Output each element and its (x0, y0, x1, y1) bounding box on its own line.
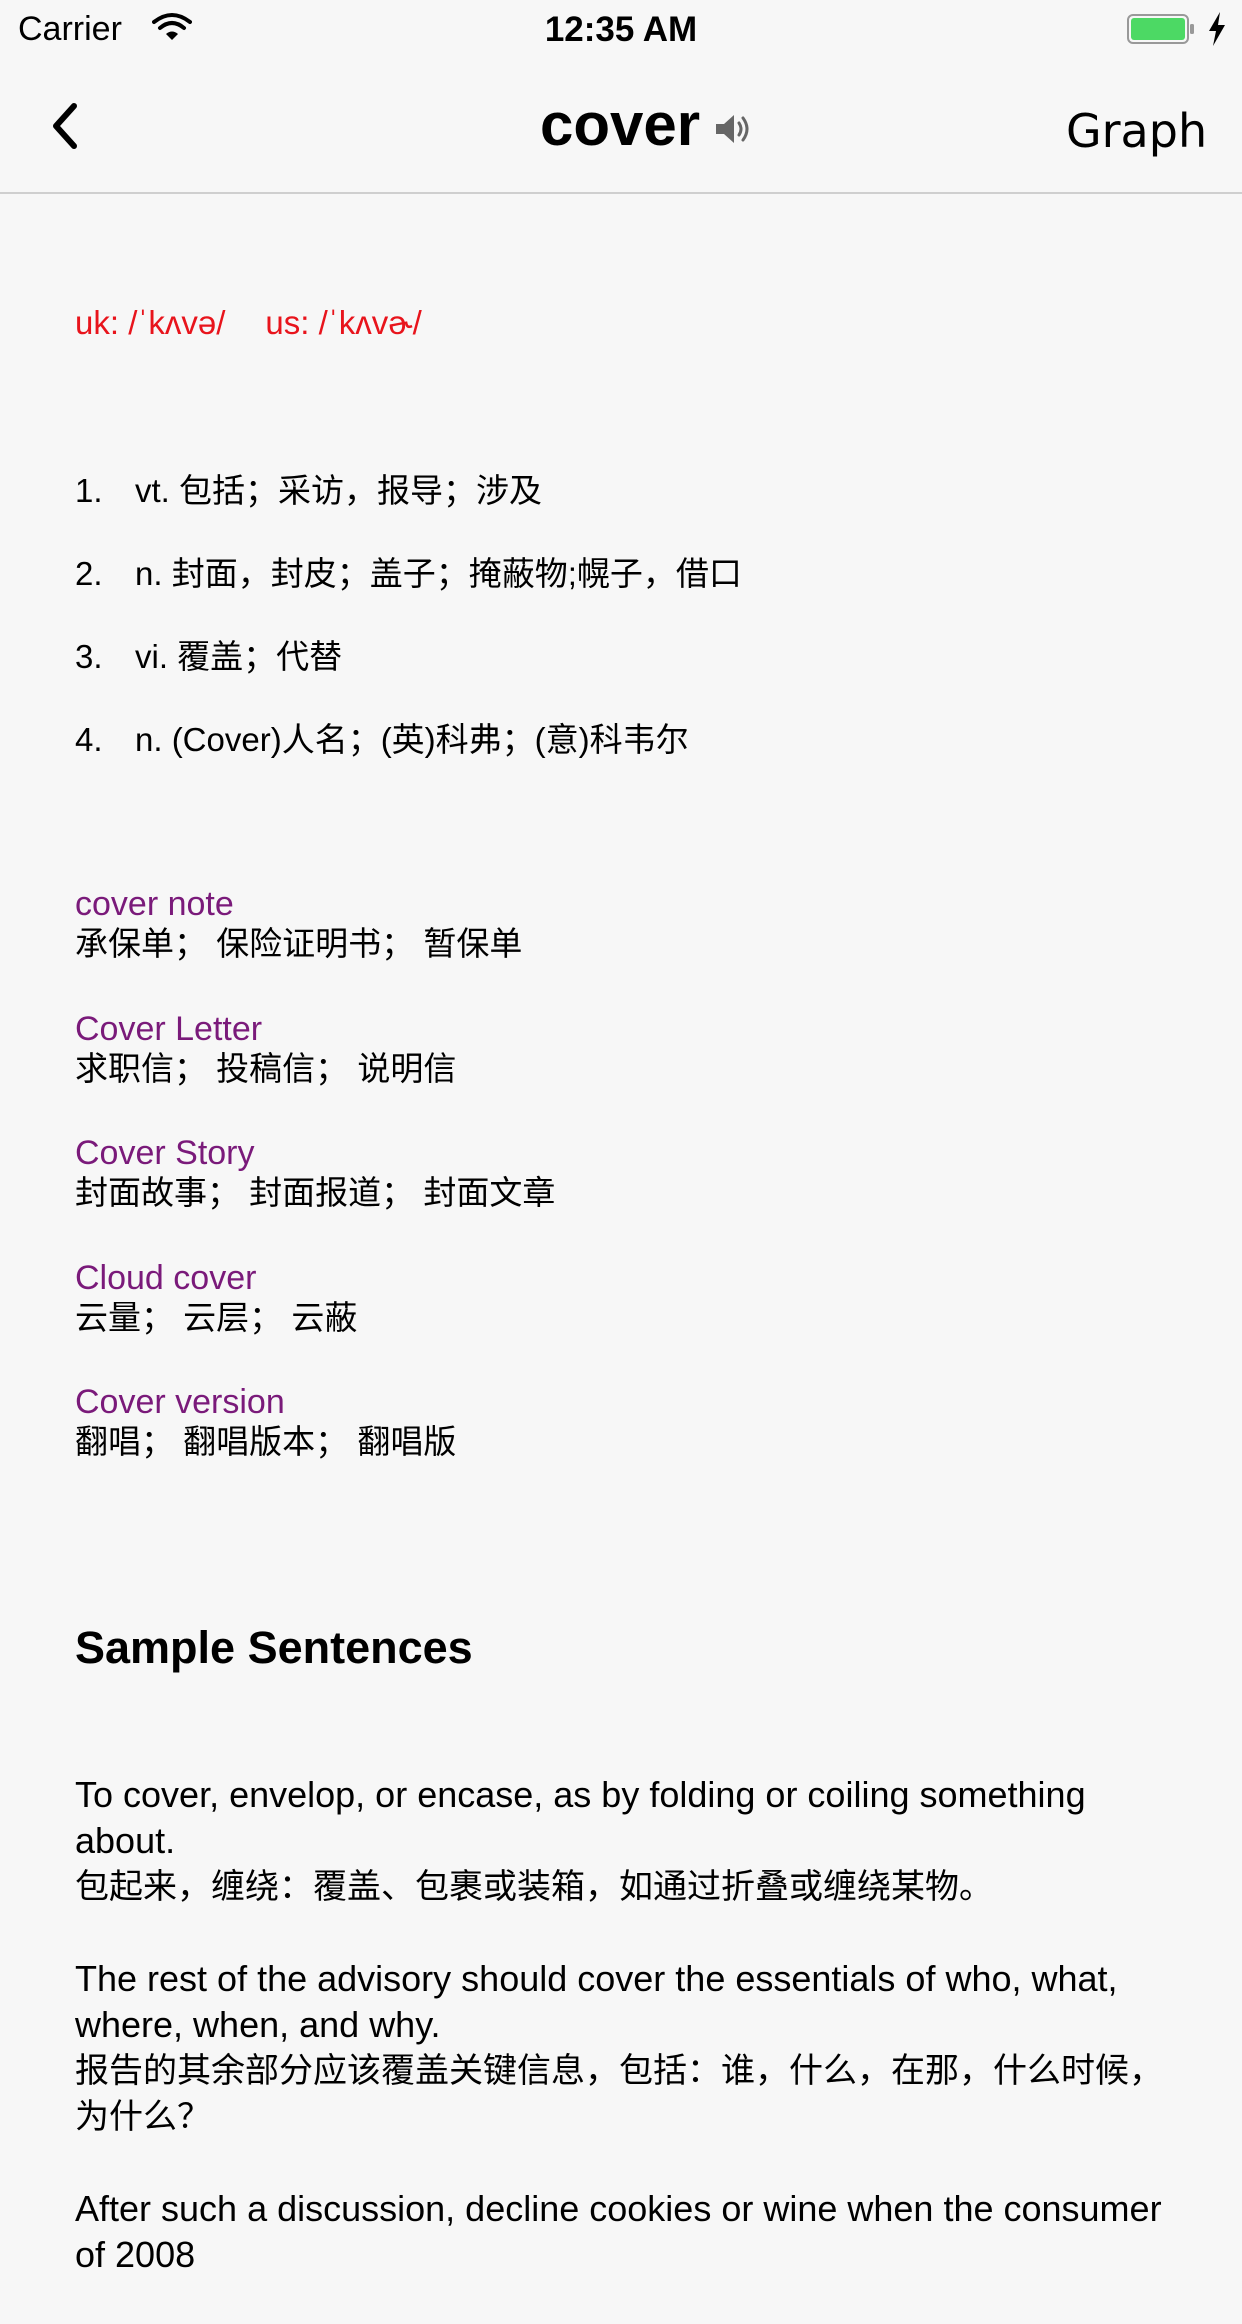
definition-number: 1. (75, 472, 103, 509)
speaker-icon[interactable] (714, 112, 752, 146)
phrase-meaning: 翻唱； 翻唱版本； 翻唱版 (75, 1423, 457, 1460)
phonetic-uk[interactable]: uk: /ˈkʌvə/ (75, 304, 225, 341)
sentence-item: To cover, envelop, or encase, as by fold… (75, 1772, 1175, 1910)
definition-item: 2. n. 封面，封皮；盖子；掩蔽物;幌子，借口 (75, 547, 742, 630)
sentence-item: After such a discussion, decline cookies… (75, 2186, 1175, 2278)
definition-number: 2. (75, 555, 103, 592)
back-button[interactable] (40, 94, 96, 158)
phonetic-us[interactable]: us: /ˈkʌvɚ/ (265, 304, 421, 341)
sample-sentences-heading: Sample Sentences (75, 1622, 473, 1673)
phrase-title: Cover version (75, 1383, 285, 1421)
chevron-left-icon (53, 103, 77, 149)
sentence-english: To cover, envelop, or encase, as by fold… (75, 1774, 1086, 1861)
sentence-chinese: 包起来，缠绕：覆盖、包裹或装箱，如通过折叠或缠绕某物。 (75, 1868, 993, 1906)
phrase-item[interactable]: Cover Letter 求职信； 投稿信； 说明信 (75, 1009, 555, 1134)
battery-icon (1127, 14, 1194, 44)
sentence-english: After such a discussion, decline cookies… (75, 2188, 1162, 2275)
definition-item: 1. vt. 包括；采访，报导；涉及 (75, 464, 742, 547)
phrase-item[interactable]: Cover Story 封面故事； 封面报道； 封面文章 (75, 1133, 555, 1258)
definition-text: n. 封面，封皮；盖子；掩蔽物;幌子，借口 (135, 555, 742, 592)
phrase-meaning: 云量； 云层； 云蔽 (75, 1298, 358, 1336)
definition-item: 4. n. (Cover)人名；(英)科弗；(意)科韦尔 (75, 713, 742, 796)
definition-item: 3. vi. 覆盖；代替 (75, 630, 742, 713)
definition-list: 1. vt. 包括；采访，报导；涉及 2. n. 封面，封皮；盖子；掩蔽物;幌子，借… (75, 464, 742, 796)
navigation-bar: cover Graph (0, 60, 1242, 194)
phrase-meaning: 封面故事； 封面报道； 封面文章 (75, 1174, 556, 1211)
phrase-title: Cover Story (75, 1134, 255, 1172)
sentence-chinese: 报告的其余部分应该覆盖关键信息，包括：谁，什么，在那，什么时候，为什么？ (75, 2052, 1163, 2136)
phrase-item[interactable]: Cloud cover 云量； 云层； 云蔽 (75, 1258, 555, 1383)
page-title: cover (540, 91, 701, 158)
phrase-title: cover note (75, 885, 234, 923)
sentence-list: To cover, envelop, or encase, as by fold… (75, 1772, 1175, 2324)
graph-button[interactable]: Graph (1066, 104, 1207, 158)
phonetic-row: uk: /ˈkʌvə/us: /ˈkʌvɚ/ (75, 304, 422, 342)
definition-number: 4. (75, 721, 103, 758)
sentence-english: The rest of the advisory should cover th… (75, 1958, 1118, 2045)
phrase-item[interactable]: cover note 承保单； 保险证明书； 暂保单 (75, 884, 555, 1009)
status-time: 12:35 AM (544, 10, 698, 49)
phrase-item[interactable]: Cover version 翻唱； 翻唱版本； 翻唱版 (75, 1382, 555, 1507)
definition-text: vt. 包括；采访，报导；涉及 (135, 472, 543, 509)
sentence-item: The rest of the advisory should cover th… (75, 1956, 1175, 2140)
phrase-meaning: 承保单； 保险证明书； 暂保单 (75, 925, 523, 962)
phrase-title: Cover Letter (75, 1009, 263, 1048)
definition-number: 3. (75, 638, 103, 675)
phrase-meaning: 求职信； 投稿信； 说明信 (75, 1049, 457, 1087)
definition-text: vi. 覆盖；代替 (135, 638, 343, 675)
phrase-list: cover note 承保单； 保险证明书； 暂保单 Cover Letter … (75, 884, 555, 1507)
charging-bolt-icon (1209, 12, 1225, 46)
status-bar: Carrier 12:35 AM (0, 0, 1242, 60)
phrase-title: Cloud cover (75, 1258, 257, 1297)
definition-text: n. (Cover)人名；(英)科弗；(意)科韦尔 (135, 721, 689, 758)
